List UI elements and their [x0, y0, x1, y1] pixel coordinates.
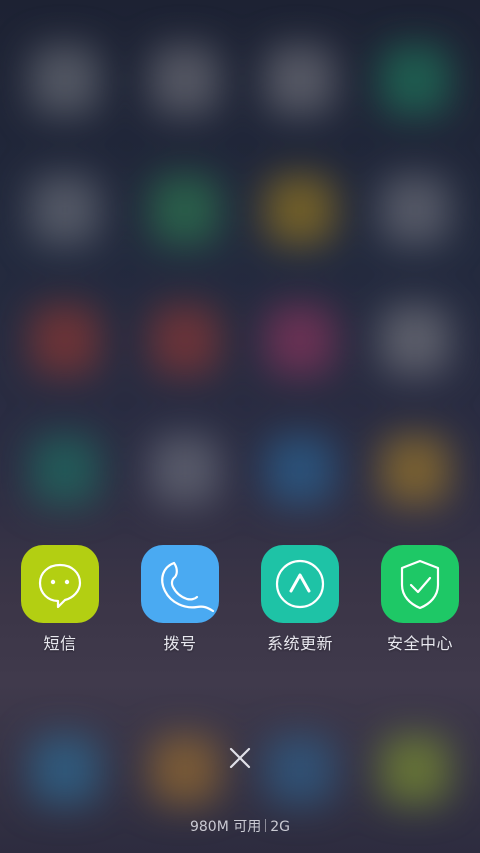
- bg-tile: [265, 45, 335, 115]
- bg-tile: [380, 45, 450, 115]
- bg-tile: [150, 735, 220, 805]
- shield-check-icon: [381, 545, 459, 623]
- recent-apps-row: 短信 拨号 系统更新 安全中心: [0, 545, 480, 665]
- bg-tile: [380, 305, 450, 375]
- app-label: 系统更新: [266, 634, 333, 653]
- bg-tile: [150, 435, 220, 505]
- phone-handset-icon: [141, 545, 219, 623]
- update-arrow-icon: [261, 545, 339, 623]
- recent-app-dialer[interactable]: 拨号: [130, 545, 230, 654]
- blurred-home-background: [0, 0, 480, 853]
- clear-recents-button[interactable]: [222, 740, 258, 776]
- divider: [265, 819, 267, 832]
- bg-tile: [380, 435, 450, 505]
- recent-app-system-update[interactable]: 系统更新: [250, 545, 350, 654]
- app-label: 安全中心: [386, 634, 453, 653]
- memory-status: 980M 可用 2G: [0, 816, 480, 836]
- app-label: 拨号: [163, 634, 197, 653]
- bg-tile: [150, 175, 220, 245]
- bg-tile: [30, 305, 100, 375]
- bg-tile: [30, 175, 100, 245]
- bg-tile: [380, 735, 450, 805]
- recent-app-security-center[interactable]: 安全中心: [370, 545, 470, 654]
- bg-tile: [30, 735, 100, 805]
- bg-tile: [265, 435, 335, 505]
- bg-tile: [380, 175, 450, 245]
- bg-tile: [30, 435, 100, 505]
- memory-available: 980M 可用: [189, 819, 262, 835]
- close-icon: [229, 747, 251, 769]
- recent-app-messages[interactable]: 短信: [10, 545, 110, 654]
- bg-tile: [265, 175, 335, 245]
- bg-tile: [265, 735, 335, 805]
- message-bubble-icon: [21, 545, 99, 623]
- app-label: 短信: [43, 634, 77, 653]
- bg-tile: [30, 45, 100, 115]
- bg-tile: [150, 45, 220, 115]
- memory-total: 2G: [270, 819, 291, 835]
- bg-tile: [265, 305, 335, 375]
- bg-tile: [150, 305, 220, 375]
